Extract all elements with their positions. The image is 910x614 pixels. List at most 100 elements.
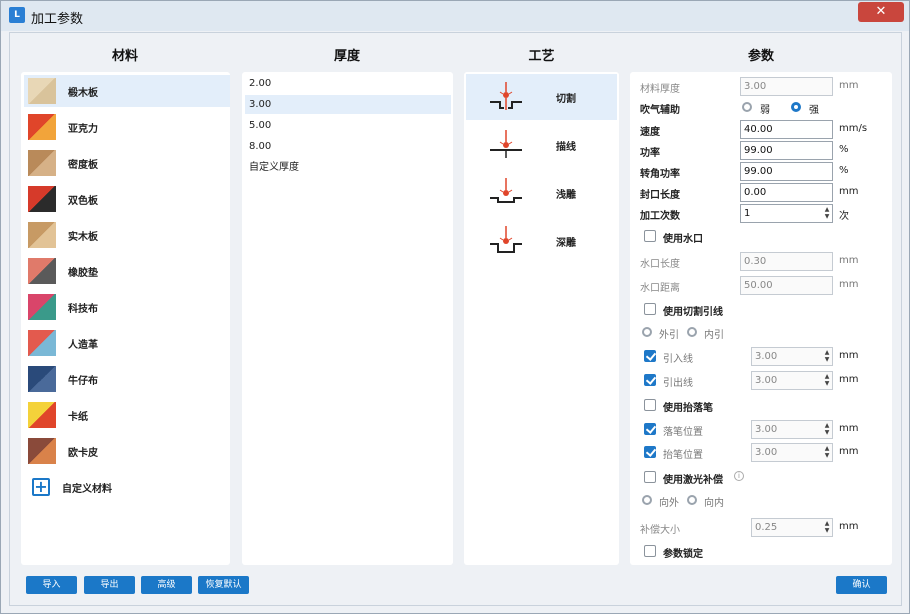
material-label: 卡纸 xyxy=(68,411,88,423)
material-item[interactable]: 牛仔布 xyxy=(24,363,230,395)
use-gap-checkbox[interactable] xyxy=(644,230,656,242)
comp-size-spinbox[interactable]: 0.25 ▲ ▼ xyxy=(751,518,833,537)
use-pen-lift-checkbox[interactable] xyxy=(644,399,656,411)
lead-out-checkbox[interactable] xyxy=(644,374,656,386)
process-item-line[interactable]: 描线 xyxy=(466,122,617,168)
material-item[interactable]: 科技布 xyxy=(24,291,230,323)
row-gap-distance: 水口距离 50.00 mm xyxy=(630,276,892,295)
spin-arrows-icon[interactable]: ▲ ▼ xyxy=(823,520,831,535)
confirm-button[interactable]: 确认 xyxy=(836,576,887,594)
material-item[interactable]: 实木板 xyxy=(24,219,230,251)
row-air-assist: 吹气辅助 弱 强 xyxy=(630,98,892,117)
lead-inner-radio[interactable] xyxy=(687,327,697,337)
spin-arrows-icon[interactable]: ▲ ▼ xyxy=(823,445,831,460)
materials-panel: 椴木板亚克力密度板双色板实木板橡胶垫科技布人造革牛仔布卡纸欧卡皮 + 自定义材料 xyxy=(21,72,230,565)
corner-power-unit: % xyxy=(839,165,849,176)
material-item[interactable]: 人造革 xyxy=(24,327,230,359)
material-item[interactable]: 卡纸 xyxy=(24,399,230,431)
custom-material-item[interactable]: + 自定义材料 xyxy=(24,471,230,503)
materials-header: 材料 xyxy=(111,49,138,64)
thickness-item[interactable]: 自定义厚度 xyxy=(245,158,451,177)
lead-in-checkbox[interactable] xyxy=(644,350,656,362)
pen-up-unit: mm xyxy=(839,446,859,457)
lead-in-value: 3.00 xyxy=(755,351,778,362)
gap-length-field[interactable]: 0.30 xyxy=(740,252,833,271)
comp-out-radio[interactable] xyxy=(642,495,652,505)
material-item[interactable]: 欧卡皮 xyxy=(24,435,230,467)
material-label: 人造革 xyxy=(68,339,98,351)
gap-distance-field[interactable]: 50.00 xyxy=(740,276,833,295)
spin-arrows-icon[interactable]: ▲ ▼ xyxy=(823,206,831,221)
row-passes: 加工次数 1 ▲ ▼ 次 xyxy=(630,204,892,223)
row-lead-in: 引入线 3.00 ▲ ▼ mm xyxy=(630,347,892,366)
comp-in-radio[interactable] xyxy=(687,495,697,505)
row-comp-size: 补偿大小 0.25 ▲ ▼ mm xyxy=(630,518,892,537)
power-field[interactable]: 99.00 xyxy=(740,141,833,160)
laser-deep-engrave-icon xyxy=(490,226,522,253)
lead-in-label: 引入线 xyxy=(663,354,693,365)
spin-arrows-icon[interactable]: ▲ ▼ xyxy=(823,373,831,388)
app-logo-icon: L xyxy=(9,7,25,23)
pen-down-checkbox[interactable] xyxy=(644,423,656,435)
thickness-header: 厚度 xyxy=(333,49,360,64)
row-lead-type: 外引 内引 xyxy=(630,323,892,342)
use-lead-checkbox[interactable] xyxy=(644,303,656,315)
comp-out-label: 向外 xyxy=(659,498,679,509)
pen-up-checkbox[interactable] xyxy=(644,446,656,458)
comp-size-value: 0.25 xyxy=(755,522,778,533)
advanced-button[interactable]: 高级 xyxy=(141,576,192,594)
lead-out-value: 3.00 xyxy=(755,375,778,386)
material-item[interactable]: 橡胶垫 xyxy=(24,255,230,287)
material-item[interactable]: 双色板 xyxy=(24,183,230,215)
air-strong-radio[interactable] xyxy=(791,102,801,112)
lead-outer-radio[interactable] xyxy=(642,327,652,337)
process-item-shallow[interactable]: 浅雕 xyxy=(466,170,617,216)
plus-icon: + xyxy=(32,478,50,496)
row-use-comp: 使用激光补偿 i xyxy=(630,468,892,487)
gap-length-label: 水口长度 xyxy=(640,259,680,270)
pen-up-spinbox[interactable]: 3.00 ▲ ▼ xyxy=(751,443,833,462)
lead-in-spinbox[interactable]: 3.00 ▲ ▼ xyxy=(751,347,833,366)
thickness-item[interactable]: 2.00 xyxy=(245,74,451,93)
use-lead-label: 使用切割引线 xyxy=(663,307,723,318)
material-item[interactable]: 密度板 xyxy=(24,147,230,179)
thickness-item[interactable]: 5.00 xyxy=(245,116,451,135)
speed-label: 速度 xyxy=(640,127,660,138)
material-item[interactable]: 椴木板 xyxy=(24,75,230,107)
material-label: 牛仔布 xyxy=(68,375,98,387)
passes-spinbox[interactable]: 1 ▲ ▼ xyxy=(740,204,833,223)
air-weak-radio[interactable] xyxy=(742,102,752,112)
row-use-lead: 使用切割引线 xyxy=(630,300,892,319)
material-swatch-image xyxy=(28,114,56,140)
seal-length-field[interactable]: 0.00 xyxy=(740,183,833,202)
import-button[interactable]: 导入 xyxy=(26,576,77,594)
speed-field[interactable]: 40.00 xyxy=(740,120,833,139)
material-label: 实木板 xyxy=(68,231,98,243)
material-thickness-field[interactable]: 3.00 xyxy=(740,77,833,96)
restore-defaults-button[interactable]: 恢复默认 xyxy=(198,576,249,594)
spin-arrows-icon[interactable]: ▲ ▼ xyxy=(823,349,831,364)
pen-down-value: 3.00 xyxy=(755,424,778,435)
export-button[interactable]: 导出 xyxy=(84,576,135,594)
pen-down-spinbox[interactable]: 3.00 ▲ ▼ xyxy=(751,420,833,439)
close-button[interactable]: ✕ xyxy=(858,2,904,22)
process-item-deep[interactable]: 深雕 xyxy=(466,218,617,264)
material-item[interactable]: 亚克力 xyxy=(24,111,230,143)
title-bar: L 加工参数 ✕ xyxy=(1,1,909,31)
thickness-item[interactable]: 3.00 xyxy=(245,95,451,114)
use-comp-checkbox[interactable] xyxy=(644,471,656,483)
pen-up-label: 抬笔位置 xyxy=(663,450,703,461)
laser-shallow-engrave-icon xyxy=(490,178,522,203)
row-material-thickness: 材料厚度 3.00 mm xyxy=(630,77,892,96)
lock-checkbox[interactable] xyxy=(644,545,656,557)
lead-out-spinbox[interactable]: 3.00 ▲ ▼ xyxy=(751,371,833,390)
row-lead-out: 引出线 3.00 ▲ ▼ mm xyxy=(630,371,892,390)
corner-power-field[interactable]: 99.00 xyxy=(740,162,833,181)
pen-up-value: 3.00 xyxy=(755,447,778,458)
material-label: 双色板 xyxy=(68,195,98,207)
power-label: 功率 xyxy=(640,148,660,159)
info-icon[interactable]: i xyxy=(734,471,744,481)
spin-arrows-icon[interactable]: ▲ ▼ xyxy=(823,422,831,437)
thickness-item[interactable]: 8.00 xyxy=(245,137,451,156)
process-item-cut[interactable]: 切割 xyxy=(466,74,617,120)
